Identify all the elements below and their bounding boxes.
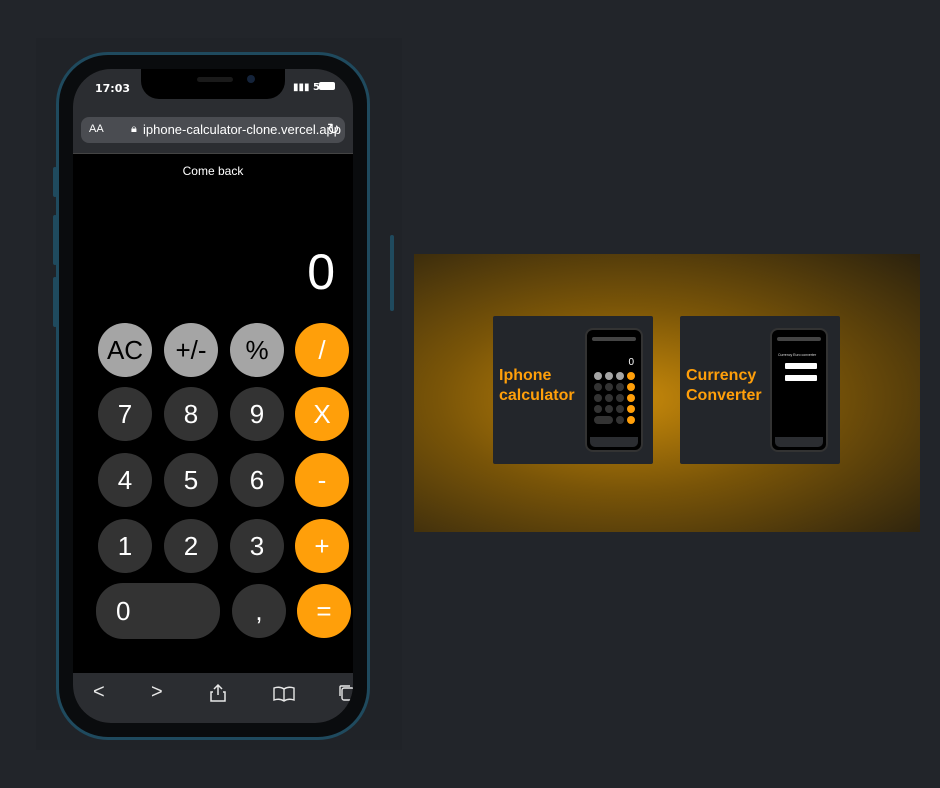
two-button[interactable]: 2: [164, 519, 218, 573]
seven-button[interactable]: 7: [98, 387, 152, 441]
phone-frame: 17:03 ▮▮▮ 5G AA 🔒︎ iphone-calculator-clo…: [53, 52, 394, 740]
forward-button[interactable]: >: [151, 681, 163, 704]
share-icon[interactable]: [209, 683, 227, 709]
status-time: 17:03: [95, 82, 131, 95]
lock-icon: 🔒︎: [131, 123, 137, 135]
five-button[interactable]: 5: [164, 453, 218, 507]
thumbnail-urlbar: [777, 337, 821, 341]
phone-screen: 17:03 ▮▮▮ 5G AA 🔒︎ iphone-calculator-clo…: [73, 69, 353, 723]
thumbnail-toolbar: [775, 437, 823, 447]
calculator-thumbnail: 0: [585, 328, 643, 452]
thumbnail-display: 0: [628, 357, 634, 368]
thumbnail-input-1: [785, 363, 817, 369]
power-button: [390, 235, 394, 311]
four-button[interactable]: 4: [98, 453, 152, 507]
eight-button[interactable]: 8: [164, 387, 218, 441]
volume-down-button: [53, 277, 57, 327]
thumbnail-keypad: [594, 372, 635, 424]
percent-button[interactable]: %: [230, 323, 284, 377]
back-button[interactable]: <: [93, 681, 105, 704]
tabs-icon[interactable]: [338, 684, 353, 708]
thumbnail-screen: Currency Euro converter: [775, 333, 823, 447]
browser-toolbar: < >: [73, 673, 353, 723]
volume-up-button: [53, 215, 57, 265]
sign-toggle-button[interactable]: +/-: [164, 323, 218, 377]
phone-mockup-panel: 17:03 ▮▮▮ 5G AA 🔒︎ iphone-calculator-clo…: [36, 38, 402, 750]
come-back-link[interactable]: Come back: [73, 164, 353, 178]
notch: [141, 69, 285, 99]
speaker: [197, 77, 233, 82]
multiply-button[interactable]: X: [295, 387, 349, 441]
calculator-display: 0: [307, 244, 335, 300]
reload-icon[interactable]: ↻: [327, 120, 340, 138]
equals-button[interactable]: =: [297, 584, 351, 638]
thumbnail-screen: 0: [590, 333, 638, 447]
ac-button[interactable]: AC: [98, 323, 152, 377]
text-size-button[interactable]: AA: [89, 123, 104, 135]
thumbnail-heading: Currency Euro converter: [778, 353, 817, 357]
comma-button[interactable]: ,: [232, 584, 286, 638]
one-button[interactable]: 1: [98, 519, 152, 573]
mute-switch: [53, 167, 57, 197]
bookmarks-icon[interactable]: [273, 685, 295, 708]
projects-banner: Iphone calculator 0 Currency Converter C…: [414, 254, 920, 532]
camera: [247, 75, 255, 83]
divide-button[interactable]: /: [295, 323, 349, 377]
project-card-calculator[interactable]: Iphone calculator 0: [493, 316, 653, 464]
plus-button[interactable]: +: [295, 519, 349, 573]
minus-button[interactable]: -: [295, 453, 349, 507]
project-title: Iphone calculator: [499, 367, 575, 404]
nine-button[interactable]: 9: [230, 387, 284, 441]
project-title: Currency Converter: [686, 367, 762, 404]
six-button[interactable]: 6: [230, 453, 284, 507]
url-text[interactable]: iphone-calculator-clone.vercel.app: [143, 122, 341, 137]
address-bar[interactable]: AA 🔒︎ iphone-calculator-clone.vercel.app…: [81, 117, 345, 143]
zero-button[interactable]: 0: [96, 583, 220, 639]
thumbnail-input-2: [785, 375, 817, 381]
project-card-currency[interactable]: Currency Converter Currency Euro convert…: [680, 316, 840, 464]
thumbnail-toolbar: [590, 437, 638, 447]
currency-thumbnail: Currency Euro converter: [770, 328, 828, 452]
three-button[interactable]: 3: [230, 519, 284, 573]
browser-address-area: AA 🔒︎ iphone-calculator-clone.vercel.app…: [73, 109, 353, 154]
battery-icon: [319, 82, 335, 90]
thumbnail-urlbar: [592, 337, 636, 341]
